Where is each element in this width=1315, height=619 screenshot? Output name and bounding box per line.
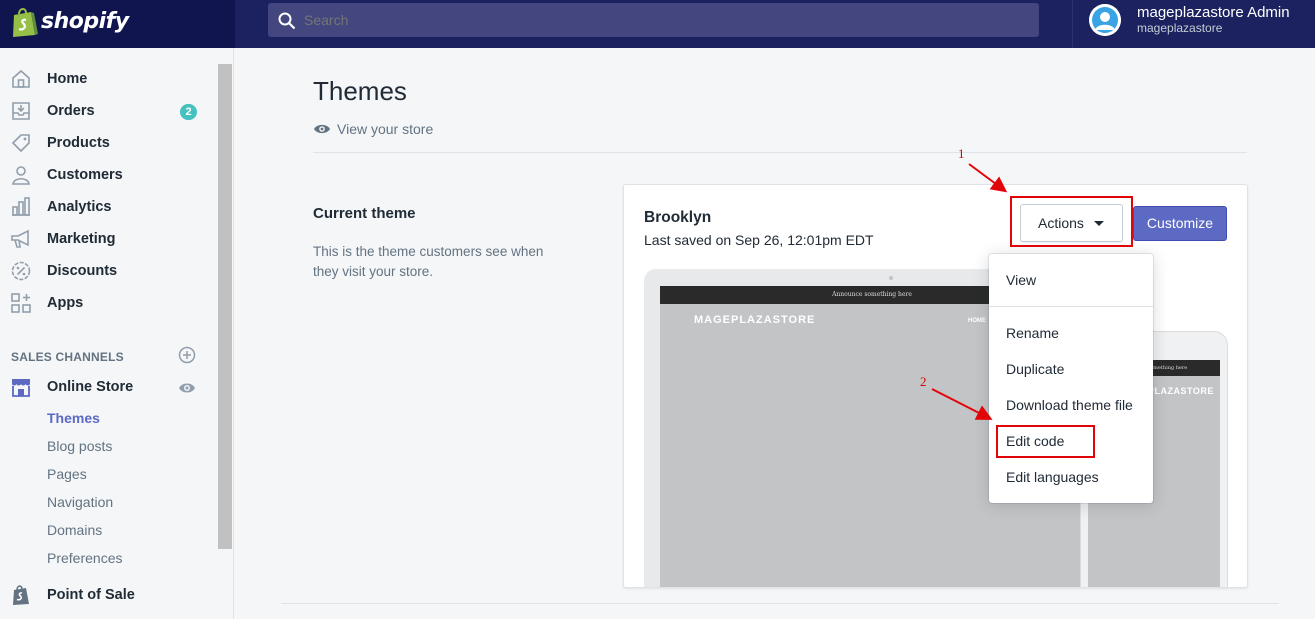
sales-channels-heading: SALES CHANNELS (11, 350, 124, 364)
sidebar-item-customers[interactable]: Customers (0, 160, 218, 192)
customize-button[interactable]: Customize (1133, 206, 1227, 241)
avatar[interactable] (1089, 4, 1121, 36)
sidebar-item-label: Analytics (47, 199, 112, 215)
menu-item-download-theme-file[interactable]: Download theme file (1006, 397, 1133, 413)
search-bar[interactable] (268, 3, 1039, 37)
sidebar: Home Orders 2 Products Customers Analyti… (0, 48, 234, 619)
orders-count-badge: 2 (180, 104, 197, 120)
megaphone-icon (11, 229, 29, 248)
current-theme-heading: Current theme (313, 205, 416, 222)
sidebar-item-orders[interactable]: Orders 2 (0, 96, 218, 128)
menu-item-edit-languages[interactable]: Edit languages (1006, 469, 1099, 485)
shopify-bag-icon (13, 8, 38, 37)
person-icon (12, 166, 30, 185)
highlight-actions-box (1010, 196, 1133, 247)
current-theme-description: This is the theme customers see when the… (313, 244, 544, 279)
menu-separator (989, 306, 1153, 307)
divider (281, 603, 1279, 604)
add-channel-icon[interactable] (178, 346, 196, 364)
search-icon (278, 12, 296, 30)
sidebar-item-label: Discounts (47, 263, 118, 279)
tag-icon (11, 134, 30, 153)
sidebar-item-label: Online Store (47, 379, 134, 395)
user-name[interactable]: mageplazastore Admin (1137, 4, 1290, 21)
discount-icon (11, 261, 31, 281)
sidebar-item-home[interactable]: Home (0, 64, 218, 96)
preview-store-brand: MAGEPLAZASTORE (694, 314, 816, 326)
sidebar-scrollbar[interactable] (218, 64, 232, 549)
orders-icon (12, 102, 30, 120)
store-icon (12, 379, 30, 397)
sidebar-item-marketing[interactable]: Marketing (0, 224, 218, 256)
top-bar: shopify mageplazastore Admin mageplazast… (0, 0, 1315, 48)
theme-last-saved: Last saved on Sep 26, 12:01pm EDT (644, 232, 874, 248)
sidebar-item-apps[interactable]: Apps (0, 288, 218, 320)
user-store-name: mageplazastore (1137, 21, 1223, 35)
sidebar-subitem-blog-posts[interactable]: Blog posts (47, 438, 112, 454)
sidebar-subitem-domains[interactable]: Domains (47, 522, 102, 538)
sidebar-item-products[interactable]: Products (0, 128, 218, 160)
sidebar-item-label: Point of Sale (47, 587, 135, 603)
highlight-edit-code-box (996, 425, 1095, 458)
search-input[interactable] (304, 3, 1004, 37)
bar-chart-icon (12, 197, 30, 216)
sidebar-subitem-themes[interactable]: Themes (47, 410, 100, 426)
sidebar-item-analytics[interactable]: Analytics (0, 192, 218, 224)
logo-area[interactable]: shopify (0, 0, 235, 48)
actions-dropdown-menu: View Rename Duplicate Download theme fil… (989, 254, 1153, 503)
menu-item-rename[interactable]: Rename (1006, 325, 1059, 341)
theme-name: Brooklyn (644, 209, 712, 226)
sidebar-item-label: Orders (47, 103, 95, 119)
camera-dot (889, 276, 893, 280)
sidebar-subitem-navigation[interactable]: Navigation (47, 494, 113, 510)
page-title: Themes (313, 76, 407, 106)
sidebar-item-label: Products (47, 135, 110, 151)
menu-item-view[interactable]: View (1006, 272, 1036, 288)
sidebar-item-label: Customers (47, 167, 123, 183)
user-avatar-icon (1089, 4, 1121, 36)
step-2-label: 2 (920, 374, 927, 389)
sidebar-subitem-preferences[interactable]: Preferences (47, 550, 122, 566)
sidebar-item-label: Home (47, 71, 88, 87)
shopify-logo-text: shopify (41, 9, 129, 34)
eye-icon[interactable] (313, 123, 331, 135)
step-1-label: 1 (958, 146, 965, 161)
menu-item-duplicate[interactable]: Duplicate (1006, 361, 1064, 377)
mobile-store-brand: PLAZASTORE (1148, 386, 1214, 396)
sidebar-item-discounts[interactable]: Discounts (0, 256, 218, 288)
home-icon (12, 69, 30, 88)
view-store-link[interactable]: View your store (337, 121, 433, 137)
preview-nav: HOME (968, 318, 986, 324)
theme-card: Brooklyn Last saved on Sep 26, 12:01pm E… (623, 184, 1248, 588)
apps-icon (11, 293, 31, 313)
shopify-bag-icon (13, 585, 29, 605)
sidebar-item-label: Marketing (47, 231, 116, 247)
sidebar-item-label: Apps (47, 295, 84, 311)
sidebar-subitem-pages[interactable]: Pages (47, 466, 87, 482)
sidebar-item-point-of-sale[interactable]: Point of Sale (0, 580, 218, 612)
eye-icon[interactable] (178, 381, 196, 395)
divider (313, 152, 1247, 153)
user-divider (1072, 0, 1073, 48)
